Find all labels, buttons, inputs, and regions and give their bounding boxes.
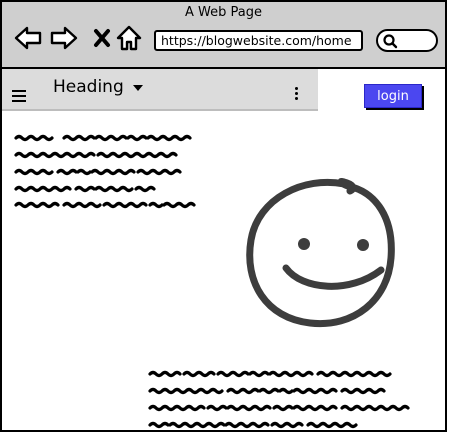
search-icon [383,34,398,49]
back-arrow-icon[interactable] [14,24,42,52]
close-x-icon[interactable] [88,24,116,52]
smiley-face-icon [246,178,395,328]
hamburger-menu-icon[interactable] [12,87,26,106]
login-button[interactable]: login [364,84,422,108]
kebab-menu-icon[interactable] [292,87,300,101]
heading-dropdown[interactable]: Heading [53,77,143,97]
home-icon[interactable] [115,24,143,52]
page-heading: Heading [53,77,124,97]
url-field[interactable]: https://blogwebsite.com/home [154,30,363,51]
caret-down-icon [132,85,143,91]
browser-toolbar: A Web Page https://blogwebsite.com/home [2,2,445,69]
app-bar: Heading [2,69,318,111]
placeholder-text-block [14,134,196,209]
browser-window: A Web Page https://blogwebsite.com/home [0,0,447,432]
search-field[interactable] [376,29,438,52]
window-title: A Web Page [185,5,262,20]
forward-arrow-icon[interactable] [50,24,78,52]
placeholder-text-block [148,370,410,429]
